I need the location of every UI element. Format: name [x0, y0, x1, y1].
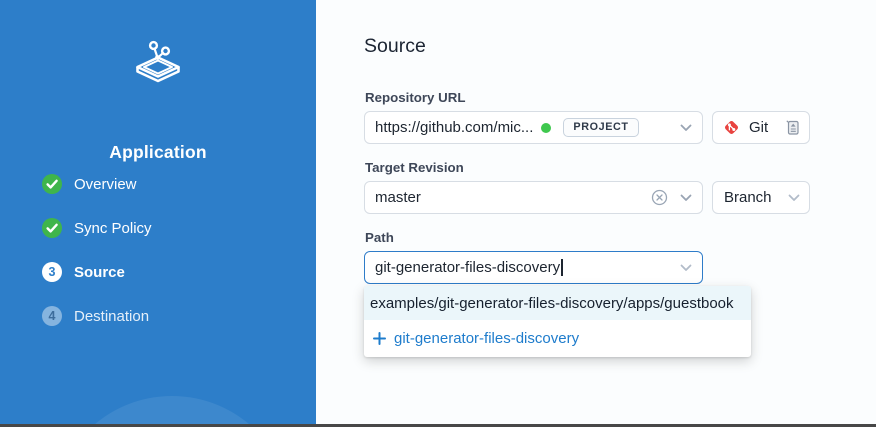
suggestion-item[interactable]: examples/git-generator-files-discovery/a…: [364, 286, 751, 320]
source-form-panel: Source Repository URL https://github.com…: [316, 0, 876, 427]
wizard-steps: Overview Sync Policy 3 Source 4 Destinat…: [42, 170, 152, 346]
app-window: Application Overview Sync Policy 3 Sourc…: [0, 0, 876, 427]
chevron-down-icon[interactable]: [680, 124, 692, 132]
step-sync-policy[interactable]: Sync Policy: [42, 214, 152, 242]
repository-url-label: Repository URL: [365, 90, 465, 105]
suggestion-label: examples/git-generator-files-discovery/a…: [370, 295, 734, 312]
repository-url-value: https://github.com/mic...: [375, 119, 533, 136]
check-icon: [42, 174, 62, 194]
project-badge: PROJECT: [563, 118, 638, 138]
step-overview[interactable]: Overview: [42, 170, 152, 198]
connection-status-dot: [541, 123, 551, 133]
decorative-circle: [52, 396, 292, 427]
chevron-down-icon[interactable]: [680, 194, 692, 202]
revision-type-value: Branch: [724, 189, 772, 206]
suggestion-label: git-generator-files-discovery: [394, 330, 579, 347]
git-logo-icon: [722, 118, 741, 137]
path-label: Path: [365, 230, 394, 245]
path-value: git-generator-files-discovery: [375, 259, 560, 276]
step-source[interactable]: 3 Source: [42, 258, 152, 286]
check-icon: [42, 218, 62, 238]
clear-icon[interactable]: [651, 189, 668, 206]
revision-type-select[interactable]: Branch: [712, 181, 810, 214]
step-destination[interactable]: 4 Destination: [42, 302, 152, 330]
step-label: Destination: [74, 308, 149, 325]
sidebar-header: Application: [0, 38, 316, 91]
chevron-down-icon[interactable]: [788, 194, 800, 202]
repository-url-input[interactable]: https://github.com/mic... PROJECT: [364, 111, 703, 144]
application-box-icon: [133, 38, 183, 91]
path-suggestions-dropdown: examples/git-generator-files-discovery/a…: [364, 286, 751, 357]
plus-icon: [373, 332, 386, 345]
sidebar-title: Application: [0, 142, 316, 163]
target-revision-label: Target Revision: [365, 160, 464, 175]
suggestion-item-create-new[interactable]: git-generator-files-discovery: [364, 320, 751, 357]
page-title: Source: [364, 35, 426, 58]
chevron-down-icon[interactable]: [680, 264, 692, 272]
step-label: Sync Policy: [74, 220, 152, 237]
step-number-badge: 4: [42, 306, 62, 326]
wizard-sidebar: Application Overview Sync Policy 3 Sourc…: [0, 0, 316, 427]
target-revision-value: master: [375, 189, 421, 206]
step-label: Source: [74, 264, 125, 281]
step-number-badge: 3: [42, 262, 62, 282]
select-indicator-icon: [785, 119, 800, 136]
repo-type-select[interactable]: Git: [712, 111, 810, 144]
target-revision-input[interactable]: master: [364, 181, 703, 214]
step-label: Overview: [74, 176, 137, 193]
repo-type-value: Git: [749, 119, 768, 136]
text-cursor: [561, 259, 563, 276]
path-input[interactable]: git-generator-files-discovery: [364, 251, 703, 284]
